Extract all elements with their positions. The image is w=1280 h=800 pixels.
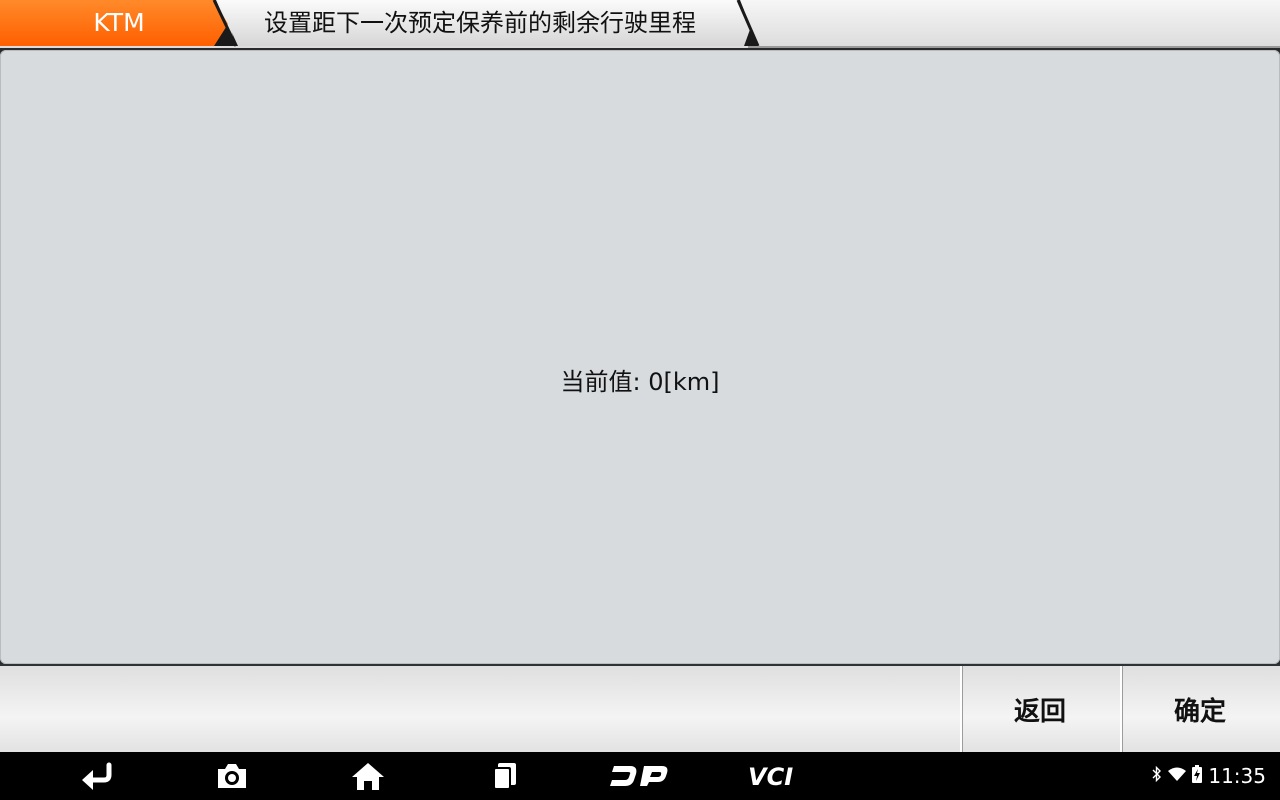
page-title: 设置距下一次预定保养前的剩余行驶里程: [264, 9, 696, 37]
recent-apps-icon[interactable]: [484, 758, 524, 794]
dp-logo-icon[interactable]: [608, 758, 672, 794]
svg-text:VCI: VCI: [748, 763, 793, 791]
screen: KTM 设置距下一次预定保养前的剩余行驶里程 当前值: 0[km] 返回 确定 …: [0, 0, 1280, 800]
breadcrumb-title: 设置距下一次预定保养前的剩余行驶里程: [214, 0, 762, 48]
back-arrow-icon[interactable]: [78, 758, 118, 794]
system-nav-bar: VCI 11:35: [0, 752, 1280, 800]
topbar-filler: [748, 0, 1280, 48]
breadcrumb-brand-label: KTM: [93, 8, 145, 37]
home-icon[interactable]: [348, 758, 388, 794]
battery-charging-icon: [1192, 765, 1203, 787]
back-button[interactable]: 返回: [960, 666, 1118, 752]
camera-icon[interactable]: [212, 758, 252, 794]
clock: 11:35: [1208, 764, 1266, 788]
wifi-icon: [1168, 766, 1187, 786]
action-bar: 返回 确定: [0, 664, 1280, 752]
content-panel: 当前值: 0[km]: [0, 50, 1280, 664]
breadcrumb: KTM 设置距下一次预定保养前的剩余行驶里程: [0, 0, 1280, 48]
current-value-label: 当前值: 0[km]: [560, 368, 720, 396]
breadcrumb-brand[interactable]: KTM: [0, 0, 240, 48]
vci-logo-icon[interactable]: VCI: [742, 758, 812, 794]
confirm-button[interactable]: 确定: [1120, 666, 1278, 752]
status-area: 11:35: [1152, 752, 1266, 800]
bluetooth-icon: [1152, 765, 1162, 786]
